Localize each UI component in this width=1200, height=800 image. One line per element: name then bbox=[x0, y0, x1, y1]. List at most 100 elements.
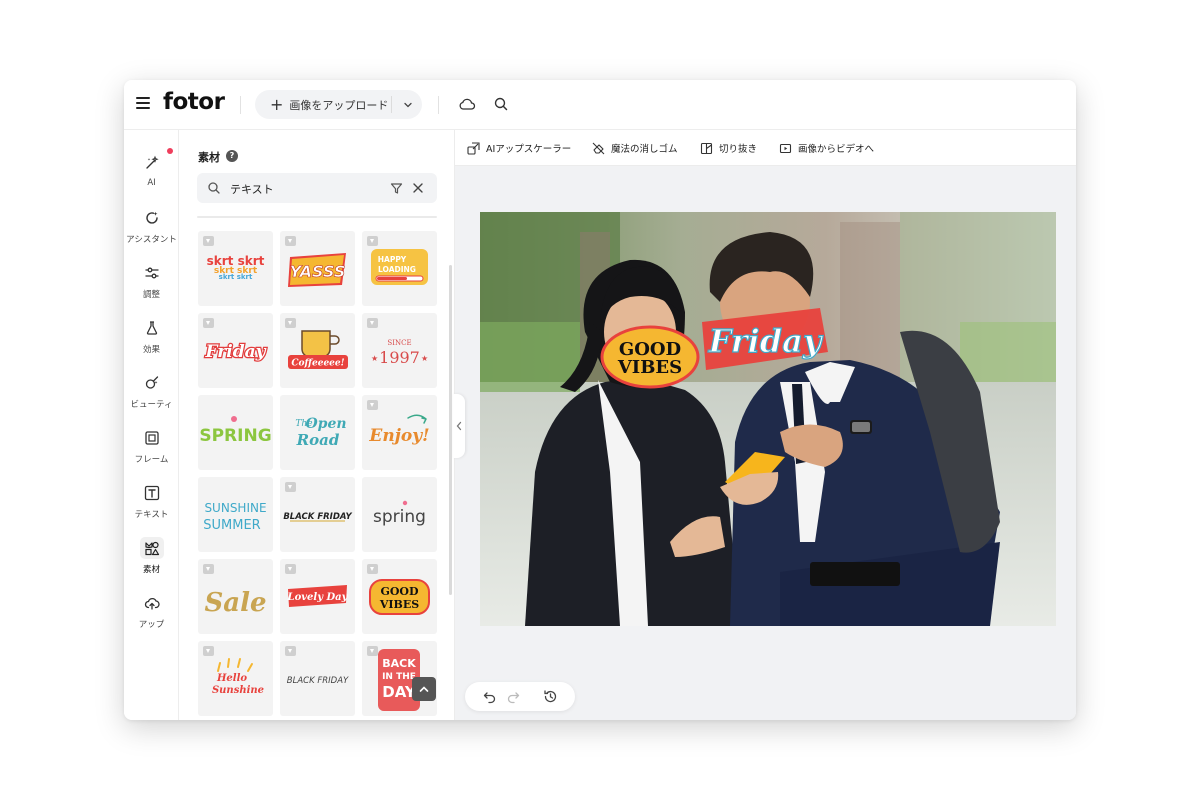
premium-badge-icon bbox=[285, 482, 296, 492]
tool-label: 切り抜き bbox=[719, 144, 758, 155]
premium-badge-icon bbox=[367, 236, 378, 246]
redo-icon[interactable] bbox=[506, 689, 521, 704]
scroll-to-top-button[interactable] bbox=[412, 677, 436, 701]
rail-item-elements[interactable]: 素材 bbox=[124, 537, 179, 587]
sticker-tile[interactable]: GOOD VIBES bbox=[362, 559, 437, 634]
sliders-icon bbox=[144, 267, 159, 279]
svg-text:Coffeeeee!: Coffeeeee! bbox=[291, 359, 344, 369]
cloud-icon[interactable] bbox=[458, 95, 476, 113]
svg-text:1997: 1997 bbox=[379, 348, 420, 367]
search-icon bbox=[208, 182, 220, 194]
premium-badge-icon bbox=[203, 646, 214, 656]
cutout-button[interactable]: 切り抜き bbox=[700, 141, 757, 155]
history-icon[interactable] bbox=[543, 689, 558, 704]
search-icon[interactable] bbox=[492, 95, 510, 113]
sticker-tile[interactable]: SUNSHINE SUMMER bbox=[198, 477, 273, 552]
frame-icon bbox=[144, 431, 159, 445]
rail-label: アシスタント bbox=[126, 235, 177, 245]
svg-text:Lovely Day: Lovely Day bbox=[287, 592, 349, 603]
rail-item-text[interactable]: テキスト bbox=[124, 482, 179, 532]
scrollbar[interactable] bbox=[449, 265, 452, 595]
sticker-tile[interactable]: SPRING bbox=[198, 395, 273, 470]
search-input[interactable]: テキスト bbox=[197, 173, 437, 203]
sticker-tile[interactable]: BLACK FRIDAY bbox=[280, 477, 355, 552]
upscale-icon bbox=[467, 141, 480, 155]
sticker-tile[interactable]: spring bbox=[362, 477, 437, 552]
sticker-tile[interactable]: BLACK FRIDAY bbox=[280, 641, 355, 716]
svg-text:HAPPY: HAPPY bbox=[378, 255, 407, 264]
fotor-logo[interactable]: fotor bbox=[163, 89, 225, 115]
premium-badge-icon bbox=[367, 400, 378, 410]
magic-wand-icon bbox=[145, 155, 159, 169]
rail-item-ai[interactable]: AI bbox=[124, 152, 179, 202]
premium-badge-icon bbox=[285, 318, 296, 328]
canvas-workspace: AIアップスケーラー 魔法の消しゴム 切り抜き 画像からビデオへ GOOD VI… bbox=[453, 130, 1076, 720]
premium-badge-icon bbox=[367, 318, 378, 328]
svg-text:★: ★ bbox=[421, 354, 428, 363]
upload-image-button[interactable]: + 画像をアップロード bbox=[255, 90, 391, 119]
ai-upscaler-button[interactable]: AIアップスケーラー bbox=[467, 141, 571, 155]
sticker-tile[interactable]: Coffeeeee! bbox=[280, 313, 355, 388]
svg-text:Sale: Sale bbox=[204, 588, 266, 618]
rail-item-upload[interactable]: アップ bbox=[124, 592, 179, 642]
history-controls bbox=[465, 682, 575, 711]
tool-label: AIアップスケーラー bbox=[486, 144, 572, 155]
top-bar: fotor + 画像をアップロード bbox=[124, 80, 1076, 130]
photo-illustration: GOOD VIBES Friday bbox=[480, 212, 1056, 626]
sticker-spring: SPRING bbox=[199, 416, 272, 446]
upload-button-group: + 画像をアップロード bbox=[255, 90, 422, 119]
plus-icon: + bbox=[270, 94, 284, 114]
sticker-tile[interactable]: The Open Road bbox=[280, 395, 355, 470]
sticker-tile[interactable]: Enjoy! bbox=[362, 395, 437, 470]
sticker-tile[interactable]: YASSS bbox=[280, 231, 355, 306]
divider bbox=[240, 96, 241, 114]
collapse-panel-button[interactable] bbox=[453, 394, 465, 458]
sticker-tile[interactable]: Sale bbox=[198, 559, 273, 634]
svg-text:SUMMER: SUMMER bbox=[203, 518, 260, 533]
svg-text:VIBES: VIBES bbox=[379, 598, 419, 611]
rail-label: AI bbox=[147, 178, 156, 188]
svg-text:★: ★ bbox=[371, 354, 378, 363]
sticker-tile[interactable]: Lovely Day bbox=[280, 559, 355, 634]
svg-text:SPRING: SPRING bbox=[199, 426, 271, 446]
sticker-tile[interactable]: Friday Friday bbox=[198, 313, 273, 388]
magic-eraser-button[interactable]: 魔法の消しゴム bbox=[592, 141, 678, 155]
rail-item-adjust[interactable]: 調整 bbox=[124, 262, 179, 312]
good-vibes-overlay[interactable]: GOOD VIBES bbox=[600, 325, 700, 389]
upload-dropdown-button[interactable] bbox=[396, 90, 420, 119]
cloud-upload-icon bbox=[144, 597, 160, 610]
image-to-video-button[interactable]: 画像からビデオへ bbox=[779, 141, 874, 155]
rail-item-frame[interactable]: フレーム bbox=[124, 427, 179, 477]
rail-item-effects[interactable]: 効果 bbox=[124, 317, 179, 367]
rail-label: テキスト bbox=[134, 510, 169, 520]
editor-window: fotor + 画像をアップロード AI アシスタント 調整 効果 ビューティ … bbox=[124, 80, 1076, 720]
premium-badge-icon bbox=[285, 646, 296, 656]
svg-text:YASSS: YASSS bbox=[290, 262, 346, 281]
chevron-down-icon bbox=[404, 102, 412, 107]
rail-item-beauty[interactable]: ビューティ bbox=[124, 372, 179, 422]
rail-label: フレーム bbox=[134, 455, 169, 465]
svg-text:Enjoy!: Enjoy! bbox=[368, 426, 429, 446]
premium-badge-icon bbox=[367, 564, 378, 574]
panel-title: 素材 bbox=[198, 151, 220, 164]
rail-label: 効果 bbox=[142, 345, 160, 355]
premium-badge-icon bbox=[285, 236, 296, 246]
canvas-image[interactable]: GOOD VIBES Friday bbox=[480, 212, 1056, 626]
undo-icon[interactable] bbox=[482, 689, 497, 704]
close-icon[interactable] bbox=[412, 182, 424, 194]
svg-text:BLACK FRIDAY: BLACK FRIDAY bbox=[287, 676, 349, 686]
sticker-tile[interactable]: SINCE 1997 ★ ★ bbox=[362, 313, 437, 388]
rail-label: 調整 bbox=[142, 290, 160, 300]
left-rail: AI アシスタント 調整 効果 ビューティ フレーム テキスト 素材 アップ bbox=[124, 130, 179, 720]
menu-icon[interactable] bbox=[136, 97, 150, 109]
svg-text:BACK: BACK bbox=[382, 657, 416, 670]
filter-icon[interactable] bbox=[390, 182, 403, 195]
help-icon[interactable]: ? bbox=[226, 150, 238, 162]
premium-badge-icon bbox=[203, 236, 214, 246]
sticker-tile[interactable]: HAPPY LOADING bbox=[362, 231, 437, 306]
rail-item-assistant[interactable]: アシスタント bbox=[124, 207, 179, 257]
svg-text:SINCE: SINCE bbox=[387, 339, 411, 347]
premium-badge-icon bbox=[285, 564, 296, 574]
sticker-tile[interactable]: Hello Sunshine bbox=[198, 641, 273, 716]
sticker-tile[interactable]: skrt skrt skrt skrt skrt skrt bbox=[198, 231, 273, 306]
